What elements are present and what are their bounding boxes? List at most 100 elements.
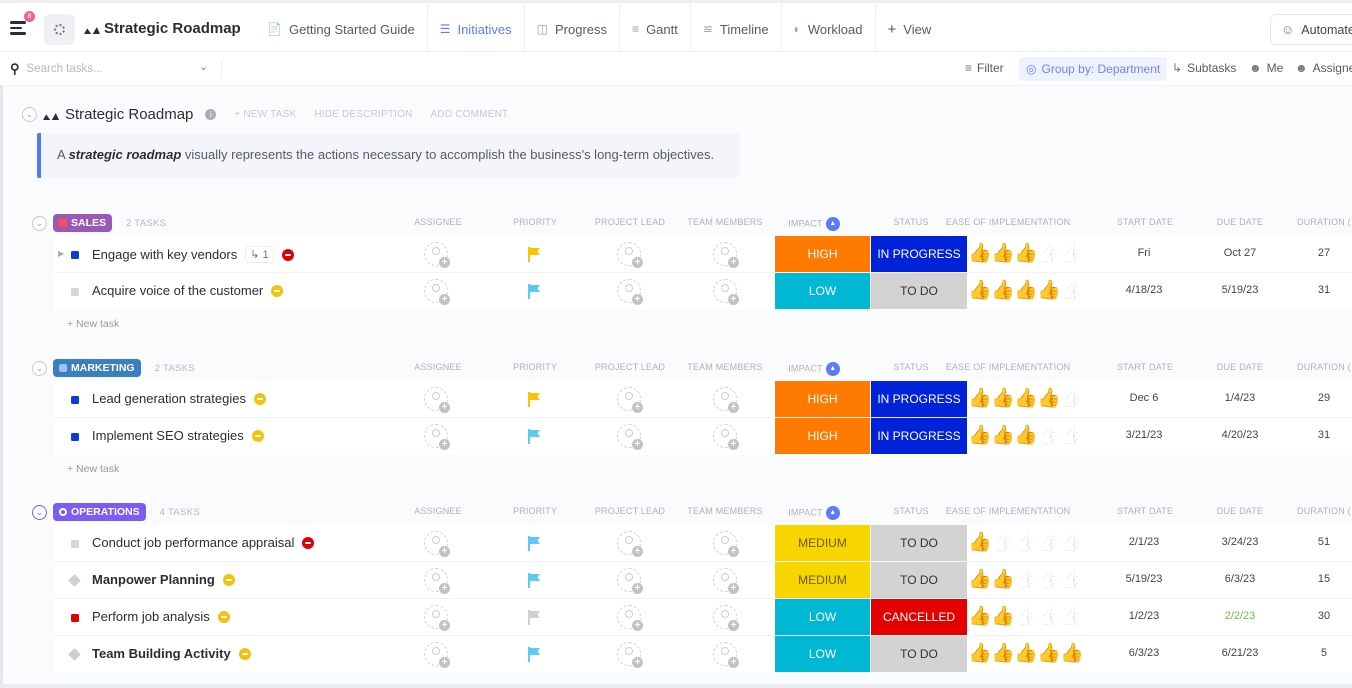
team-members-add-avatar[interactable]	[713, 568, 739, 594]
due-date-cell[interactable]: 6/21/23	[1200, 647, 1280, 659]
ease-rating[interactable]: 👍 👍 👍 👍 👍	[968, 606, 1084, 628]
thumbs-up-filled-icon[interactable]: 👍	[991, 606, 1015, 628]
thumbs-up-filled-icon[interactable]: 👍	[968, 532, 992, 554]
dependency-blocker-icon[interactable]	[302, 536, 315, 549]
column-header-team-members[interactable]: TEAM MEMBERS	[683, 506, 768, 516]
collapse-group-button[interactable]: ⌄	[32, 504, 47, 520]
column-header-assignee[interactable]: ASSIGNEE	[398, 506, 478, 516]
collapse-group-button[interactable]: ⌄	[32, 215, 47, 231]
column-header-team-members[interactable]: TEAM MEMBERS	[683, 217, 768, 227]
project-lead-add-avatar[interactable]	[617, 605, 643, 631]
dependency-blocker-icon[interactable]	[253, 392, 266, 405]
thumbs-up-filled-icon[interactable]: 👍	[991, 425, 1015, 447]
thumbs-up-empty-icon[interactable]: 👍	[1014, 569, 1038, 591]
task-row[interactable]: Team Building ActivityLOWTO DO👍👍👍👍👍6/3/2…	[54, 636, 1352, 673]
task-row[interactable]: Acquire voice of the customerLOWTO DO👍👍👍…	[54, 273, 1352, 310]
duration-cell[interactable]: 27	[1304, 247, 1344, 259]
column-header-ease[interactable]: EASE OF IMPLEMENTATION	[943, 217, 1073, 227]
thumbs-up-filled-icon[interactable]: 👍	[1014, 425, 1038, 447]
project-lead-add-avatar[interactable]	[617, 642, 643, 668]
tab-timeline[interactable]: ≌ Timeline	[689, 3, 781, 55]
collapse-list-button[interactable]: ⌄	[22, 107, 37, 122]
project-lead-add-avatar[interactable]	[617, 242, 643, 268]
task-status-marker[interactable]	[71, 251, 79, 259]
team-members-add-avatar[interactable]	[713, 279, 739, 305]
priority-flag-icon[interactable]	[528, 610, 540, 625]
thumbs-up-empty-icon[interactable]: 👍	[1014, 606, 1038, 628]
thumbs-up-filled-icon[interactable]: 👍	[1037, 643, 1061, 665]
start-date-cell[interactable]: 6/3/23	[1104, 647, 1184, 659]
ease-rating[interactable]: 👍 👍 👍 👍 👍	[968, 532, 1084, 554]
impact-cell[interactable]: LOW	[775, 599, 870, 635]
project-lead-add-avatar[interactable]	[617, 387, 643, 413]
info-icon[interactable]: i	[205, 109, 217, 120]
thumbs-up-filled-icon[interactable]: 👍	[968, 643, 992, 665]
duration-cell[interactable]: 15	[1304, 573, 1344, 585]
assignees-button[interactable]: ☻ Assignees	[1295, 61, 1352, 75]
status-cell[interactable]: TO DO	[871, 636, 967, 672]
duration-cell[interactable]: 31	[1304, 284, 1344, 296]
expand-subtasks-icon[interactable]: ▶	[58, 249, 64, 258]
ease-rating[interactable]: 👍 👍 👍 👍 👍	[968, 388, 1084, 410]
task-status-marker[interactable]	[71, 540, 79, 548]
ease-rating[interactable]: 👍 👍 👍 👍 👍	[968, 425, 1084, 447]
duration-cell[interactable]: 30	[1304, 610, 1344, 622]
thumbs-up-filled-icon[interactable]: 👍	[1014, 280, 1038, 302]
column-header-team-members[interactable]: TEAM MEMBERS	[683, 362, 768, 372]
task-row[interactable]: Manpower PlanningMEDIUMTO DO👍👍👍👍👍5/19/23…	[54, 562, 1352, 599]
thumbs-up-empty-icon[interactable]: 👍	[1014, 532, 1038, 554]
thumbs-up-empty-icon[interactable]: 👍	[1060, 532, 1084, 554]
column-header-project-lead[interactable]: PROJECT LEAD	[590, 506, 670, 516]
column-header-project-lead[interactable]: PROJECT LEAD	[590, 362, 670, 372]
thumbs-up-filled-icon[interactable]: 👍	[1014, 388, 1038, 410]
task-row[interactable]: ▶ Engage with key vendors ↳ 1 HIGHIN PROGRE…	[54, 236, 1352, 273]
thumbs-up-filled-icon[interactable]: 👍	[968, 280, 992, 302]
duration-cell[interactable]: 29	[1304, 392, 1344, 404]
dependency-blocker-icon[interactable]	[222, 573, 235, 586]
sort-ascending-icon[interactable]: ▲	[825, 362, 840, 376]
column-header-duration[interactable]: DURATION (	[1297, 506, 1352, 516]
thumbs-up-empty-icon[interactable]: 👍	[1060, 569, 1084, 591]
task-name[interactable]: Conduct job performance appraisal	[92, 535, 315, 550]
thumbs-up-filled-icon[interactable]: 👍	[991, 388, 1015, 410]
project-lead-add-avatar[interactable]	[617, 531, 643, 557]
add-comment-link[interactable]: ADD COMMENT	[431, 109, 509, 120]
thumbs-up-filled-icon[interactable]: 👍	[968, 425, 992, 447]
thumbs-up-empty-icon[interactable]: 👍	[1060, 425, 1084, 447]
task-status-marker[interactable]	[71, 433, 79, 441]
group-badge[interactable]: OPERATIONS	[53, 503, 146, 521]
task-status-marker[interactable]	[68, 574, 81, 587]
due-date-cell[interactable]: 3/24/23	[1200, 536, 1280, 548]
team-members-add-avatar[interactable]	[713, 424, 739, 450]
status-cell[interactable]: TO DO	[871, 525, 967, 561]
due-date-cell[interactable]: 6/3/23	[1200, 573, 1280, 585]
sort-ascending-icon[interactable]: ▲	[825, 217, 840, 231]
task-name[interactable]: Engage with key vendors ↳ 1	[92, 246, 294, 263]
tab-getting-started-guide[interactable]: 📄 Getting Started Guide	[255, 3, 427, 55]
column-header-start-date[interactable]: START DATE	[1105, 506, 1185, 516]
horizontal-scrollbar[interactable]	[0, 684, 1352, 688]
ease-rating[interactable]: 👍 👍 👍 👍 👍	[968, 243, 1084, 265]
thumbs-up-filled-icon[interactable]: 👍	[968, 243, 992, 265]
priority-flag-icon[interactable]	[528, 536, 540, 551]
priority-flag-icon[interactable]	[528, 284, 540, 299]
priority-flag-icon[interactable]	[528, 392, 540, 407]
column-header-start-date[interactable]: START DATE	[1105, 217, 1185, 227]
assignee-add-avatar[interactable]	[424, 605, 450, 631]
thumbs-up-empty-icon[interactable]: 👍	[1037, 532, 1061, 554]
due-date-cell[interactable]: Oct 27	[1200, 247, 1280, 259]
thumbs-up-filled-icon[interactable]: 👍	[991, 280, 1015, 302]
column-header-priority[interactable]: PRIORITY	[495, 217, 575, 227]
ease-rating[interactable]: 👍 👍 👍 👍 👍	[968, 569, 1084, 591]
thumbs-up-empty-icon[interactable]: 👍	[991, 532, 1015, 554]
task-name[interactable]: Acquire voice of the customer	[92, 283, 284, 298]
task-status-marker[interactable]	[71, 396, 79, 404]
priority-flag-icon[interactable]	[528, 429, 540, 444]
status-cell[interactable]: TO DO	[871, 562, 967, 598]
priority-flag-icon[interactable]	[528, 573, 540, 588]
thumbs-up-empty-icon[interactable]: 👍	[1037, 243, 1061, 265]
dependency-blocker-icon[interactable]	[217, 610, 230, 623]
due-date-cell[interactable]: 5/19/23	[1200, 284, 1280, 296]
project-lead-add-avatar[interactable]	[617, 568, 643, 594]
team-members-add-avatar[interactable]	[713, 642, 739, 668]
